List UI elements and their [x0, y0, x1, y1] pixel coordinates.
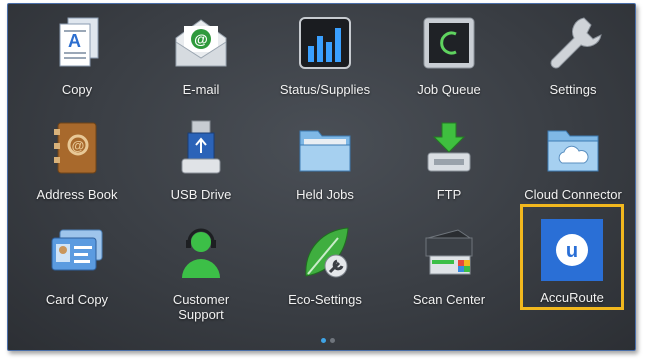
app-label: Job Queue	[417, 82, 481, 97]
app-label: Status/Supplies	[279, 82, 371, 97]
app-label: AccuRoute	[540, 290, 604, 305]
page-dot[interactable]	[330, 338, 335, 343]
app-label: FTP	[436, 187, 462, 202]
job-queue-monitor-icon	[423, 17, 475, 69]
app-held-jobs[interactable]: Held Jobs	[266, 117, 384, 217]
ftp-download-icon	[427, 122, 471, 172]
app-ftp[interactable]: FTP	[390, 117, 508, 217]
accuroute-logo-icon: u	[541, 219, 603, 281]
id-card-icon	[51, 229, 103, 271]
folder-icon	[299, 130, 351, 172]
app-label: Customer Support	[172, 292, 230, 322]
app-label: USB Drive	[170, 187, 232, 202]
email-envelope-icon: @	[175, 19, 227, 67]
wrench-icon	[550, 17, 602, 69]
copy-document-icon: A	[59, 17, 99, 67]
svg-text:@: @	[72, 138, 85, 153]
app-label: Scan Center	[412, 292, 486, 307]
page-indicator	[321, 338, 335, 343]
status-bars-icon	[299, 17, 351, 69]
app-address-book[interactable]: @ Address Book	[18, 117, 136, 217]
app-copy[interactable]: A Copy	[18, 12, 136, 112]
svg-text:@: @	[194, 31, 208, 47]
app-label: Address Book	[36, 187, 118, 202]
headset-person-icon	[182, 228, 220, 278]
app-scan-center[interactable]: Scan Center	[390, 222, 508, 322]
eco-leaf-wrench-icon	[305, 227, 349, 278]
app-label: Settings	[549, 82, 597, 97]
app-eco-settings[interactable]: Eco-Settings	[266, 222, 384, 322]
app-customer-support[interactable]: Customer Support	[142, 222, 260, 322]
page-dot-active[interactable]	[321, 338, 326, 343]
app-card-copy[interactable]: Card Copy	[18, 222, 136, 322]
app-settings[interactable]: Settings	[514, 12, 632, 112]
app-label: E-mail	[182, 82, 220, 97]
svg-text:A: A	[68, 31, 81, 51]
svg-text:u: u	[566, 240, 578, 262]
address-book-icon: @	[54, 122, 97, 174]
app-label: Card Copy	[45, 292, 109, 307]
app-label: Cloud Connector	[524, 187, 622, 202]
app-label: Held Jobs	[296, 187, 354, 202]
app-label: Eco-Settings	[288, 292, 362, 307]
app-status-supplies[interactable]: Status/Supplies	[266, 12, 384, 112]
usb-drive-icon	[181, 120, 221, 174]
scanner-icon	[425, 229, 473, 275]
app-accuroute[interactable]: u AccuRoute	[520, 204, 624, 310]
cloud-folder-icon	[547, 130, 599, 172]
app-usb-drive[interactable]: USB Drive	[142, 117, 260, 217]
app-email[interactable]: @ E-mail	[142, 12, 260, 112]
app-job-queue[interactable]: Job Queue	[390, 12, 508, 112]
home-screen: A Copy @ E-mail Status/Supplies Job Queu…	[7, 3, 636, 351]
app-cloud-connector[interactable]: Cloud Connector	[514, 117, 632, 217]
app-label: Copy	[61, 82, 93, 97]
